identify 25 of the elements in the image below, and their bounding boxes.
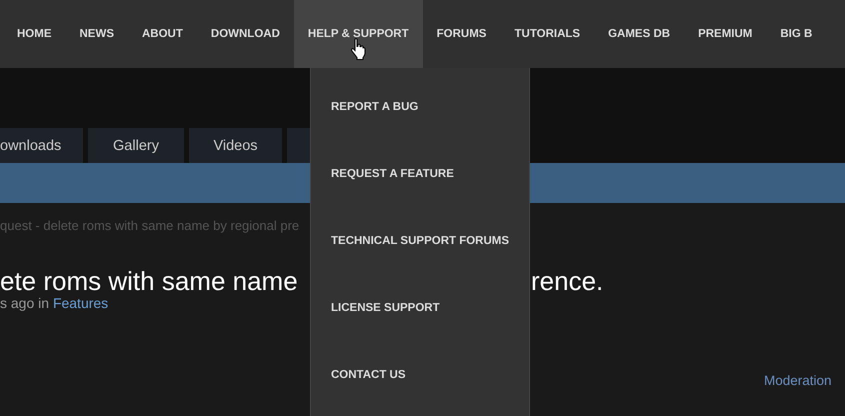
menu-item[interactable]: LICENSE SUPPORT [311,291,529,358]
nav-link[interactable]: GAMES DB [594,0,684,68]
category-link[interactable]: Features [52,295,108,311]
nav-link[interactable]: HELP & SUPPORT [294,0,423,68]
nav-link[interactable]: HOME [3,0,66,68]
content-tab[interactable]: Gallery [88,128,184,163]
nav-link[interactable]: DOWNLOAD [196,0,294,68]
moderation-link[interactable]: Moderation [764,373,832,388]
menu-item[interactable]: TECHNICAL SUPPORT FORUMS [311,224,529,291]
content-tab[interactable]: ownloads [0,128,83,163]
content-tab[interactable]: Videos [189,128,282,163]
nav-link[interactable]: BIG B [766,0,826,68]
nav-link[interactable]: NEWS [66,0,128,68]
nav-link[interactable]: FORUMS [422,0,500,68]
nav-link[interactable]: ABOUT [128,0,197,68]
nav-link[interactable]: PREMIUM [684,0,766,68]
nav-link[interactable]: TUTORIALS [500,0,594,68]
hand-cursor-icon [350,38,366,60]
menu-item[interactable]: REPORT A BUG [311,90,529,157]
page-title: ete roms with same name [0,266,299,296]
page-title: rence. [531,266,604,296]
menu-item[interactable]: REQUEST A FEATURE [311,157,529,224]
post-meta: s ago in [0,295,50,311]
breadcrumb: quest - delete roms with same name by regional pre [0,218,300,233]
menu-item[interactable]: CONTACT US [311,358,529,416]
